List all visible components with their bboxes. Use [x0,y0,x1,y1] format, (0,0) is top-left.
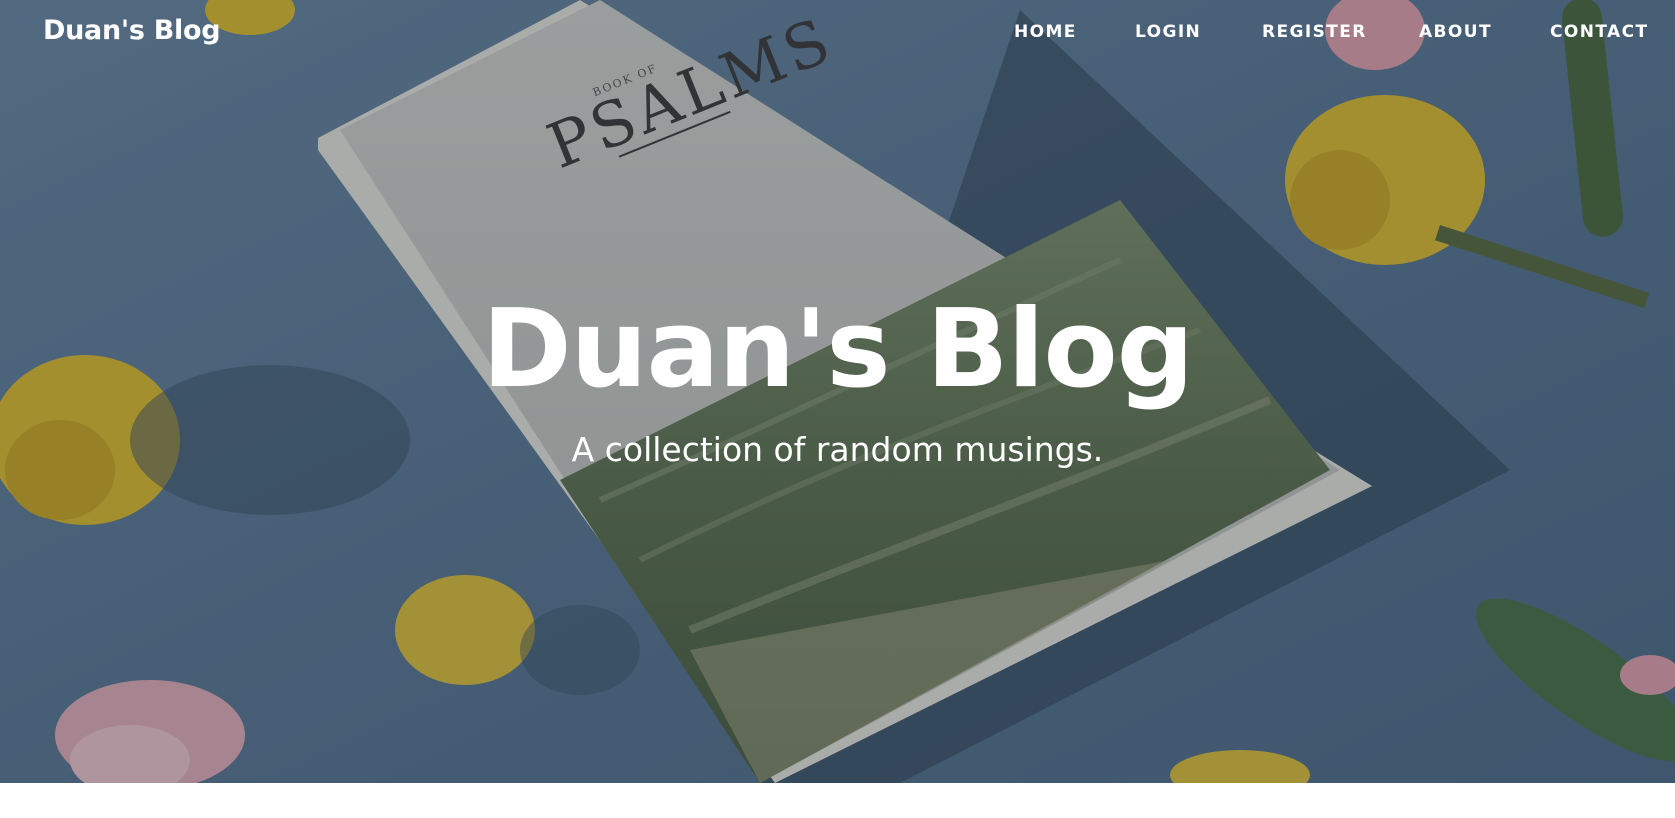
hero-subtitle: A collection of random musings. [571,430,1104,469]
nav-link-about[interactable]: ABOUT [1419,22,1492,42]
nav-link-register[interactable]: REGISTER [1262,22,1367,42]
nav-link-login[interactable]: LOGIN [1135,22,1201,42]
brand-link[interactable]: Duan's Blog [43,15,221,46]
nav-link-contact[interactable]: CONTACT [1550,22,1648,42]
hero-section: BOOK OF PSALMS Duan's Blog HOME LOGIN RE… [0,0,1675,783]
hero-title: Duan's Blog [481,287,1194,412]
nav-link-home[interactable]: HOME [1014,22,1077,42]
navbar: Duan's Blog HOME LOGIN REGISTER ABOUT CO… [0,0,1675,70]
hero-heading-group: Duan's Blog A collection of random musin… [0,290,1675,470]
